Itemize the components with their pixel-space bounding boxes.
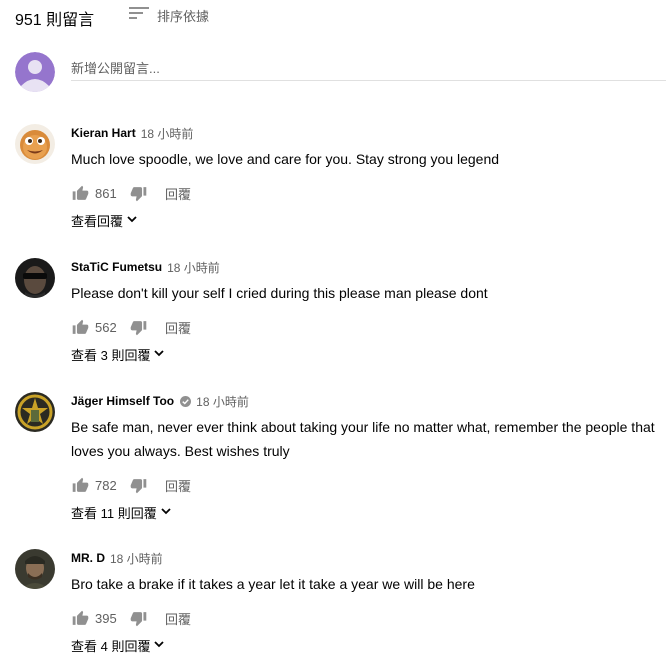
comment-actions: 782 回覆 [71,473,666,497]
like-count: 861 [95,185,117,201]
view-replies-label: 查看 3 則回覆 [71,347,151,363]
reply-button[interactable]: 回覆 [165,184,191,203]
reply-button[interactable]: 回覆 [165,318,191,337]
comment-actions: 562 回覆 [71,315,666,339]
view-replies-button[interactable]: 查看 4 則回覆 [71,635,666,655]
thumbs-down-icon[interactable] [129,184,147,202]
sort-label: 排序依據 [157,9,210,24]
comment-actions: 395 回覆 [71,606,666,630]
comment-actions: 861 回覆 [71,181,666,205]
thumbs-down-icon[interactable] [129,609,147,627]
chevron-down-icon [150,638,165,653]
chevron-down-icon [150,347,165,362]
avatar [15,52,55,92]
comment-meta: Kieran Hart 18 小時前 [71,124,666,142]
comment-text: Be safe man, never ever think about taki… [71,419,655,459]
comment-text: Bro take a brake if it takes a year let … [71,576,475,592]
thumbs-down-icon[interactable] [129,318,147,336]
chevron-down-icon [157,505,172,520]
comment-text: Please don't kill your self I cried duri… [71,285,488,301]
view-replies-label: 查看 11 則回覆 [71,505,157,521]
comments-header: 951 則留言 排序依據 [0,0,666,36]
view-replies-label: 查看回覆 [71,213,124,229]
verified-check-icon [180,395,192,407]
comment-time[interactable]: 18 小時前 [167,259,220,276]
comment-author[interactable]: Kieran Hart [71,126,136,140]
reply-button[interactable]: 回覆 [165,476,191,495]
comment-count: 951 則留言 [15,12,95,29]
view-replies-button[interactable]: 查看回覆 [71,210,666,230]
comment-text: Much love spoodle, we love and care for … [71,151,500,167]
comment-author[interactable]: MR. D [71,551,105,565]
view-replies-button[interactable]: 查看 3 則回覆 [71,344,666,364]
comment-meta: MR. D 18 小時前 [71,549,666,567]
thumbs-up-icon[interactable] [71,476,89,494]
like-count: 395 [95,610,117,626]
sort-button[interactable]: 排序依據 [128,4,209,27]
avatar[interactable] [15,392,55,432]
avatar[interactable] [15,549,55,589]
comment-author[interactable]: StaTiC Fumetsu [71,260,162,274]
thumbs-up-icon[interactable] [71,609,89,627]
comment-time[interactable]: 18 小時前 [196,393,249,410]
comment-meta: Jäger Himself Too 18 小時前 [71,392,666,410]
reply-button[interactable]: 回覆 [165,609,191,628]
comment-body: StaTiC Fumetsu 18 小時前 Please don't kill … [71,258,666,364]
view-replies-label: 查看 4 則回覆 [71,638,151,654]
comment-body: Jäger Himself Too 18 小時前 Be safe man, ne… [71,392,666,522]
comment-body: MR. D 18 小時前 Bro take a brake if it take… [71,549,666,655]
view-replies-button[interactable]: 查看 11 則回覆 [71,502,666,522]
comment-input[interactable] [71,56,666,81]
comment-time[interactable]: 18 小時前 [110,550,163,567]
avatar[interactable] [15,258,55,298]
thumbs-up-icon[interactable] [71,184,89,202]
like-count: 782 [95,477,117,493]
new-comment-box [15,52,666,92]
comment-time[interactable]: 18 小時前 [141,125,194,142]
comment-body: Kieran Hart 18 小時前 Much love spoodle, we… [71,124,666,230]
like-count: 562 [95,319,117,335]
sort-icon [128,4,150,27]
avatar[interactable] [15,124,55,164]
chevron-down-icon [123,213,138,228]
comment-author[interactable]: Jäger Himself Too [71,394,174,408]
comment-meta: StaTiC Fumetsu 18 小時前 [71,258,666,276]
thumbs-up-icon[interactable] [71,318,89,336]
thumbs-down-icon[interactable] [129,476,147,494]
